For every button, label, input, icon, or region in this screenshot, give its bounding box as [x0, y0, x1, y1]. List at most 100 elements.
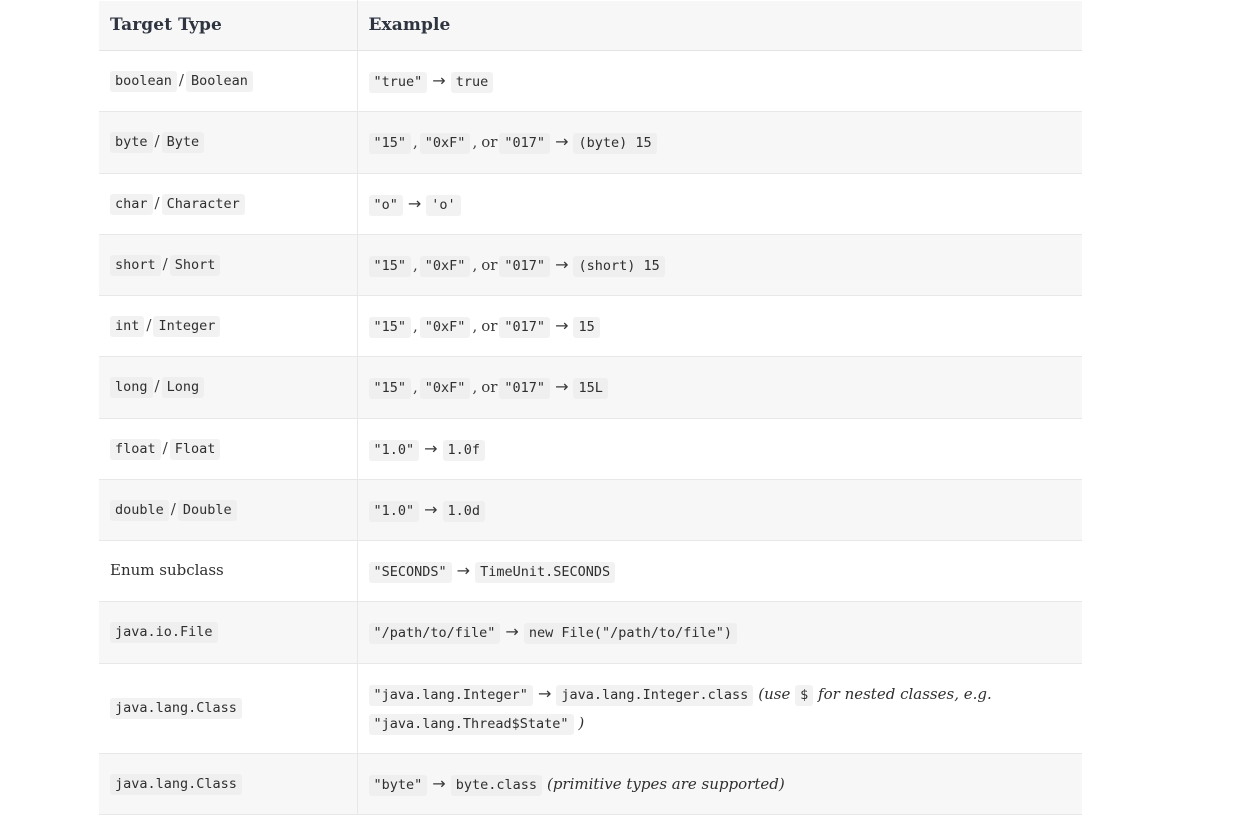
code-token-target-type: short [110, 254, 161, 276]
slash-separator: / [154, 377, 160, 396]
table-row: int / Integer "15", "0xF", or "017" → 15 [99, 295, 1082, 358]
code-token-output: 1.0f [442, 439, 486, 461]
table-header-row: Target Type Example [99, 0, 1082, 51]
cell-target-type: char / Character [99, 173, 358, 235]
code-token-target-type: char [110, 193, 153, 215]
cell-target-type: double / Double [99, 479, 358, 542]
comma-separator: , [413, 255, 418, 274]
table-body: boolean / Boolean "true" → true byte / Byte "15",… [99, 50, 1082, 815]
code-token-note-example: "java.lang.Thread$State" [368, 713, 574, 735]
comma-separator: , [472, 317, 478, 335]
cell-target-type: java.io.File [99, 601, 358, 664]
code-token-input: "true" [368, 72, 428, 93]
code-token-output: (byte) 15 [573, 133, 657, 155]
code-token-target-type: Float [169, 438, 221, 460]
code-token-target-type: Long [161, 377, 205, 399]
arrow-icon: → [432, 774, 446, 793]
code-token-input: "15" [368, 317, 412, 338]
code-token-input: "017" [499, 255, 551, 277]
comma-separator: , [472, 255, 478, 274]
arrow-icon: → [424, 499, 438, 519]
code-token-target-type: Short [169, 254, 221, 276]
cell-example: "SECONDS" → TimeUnit.SECONDS [357, 540, 1082, 603]
code-token-output: byte.class [450, 775, 542, 796]
table-row: byte / Byte "15", "0xF", or "017" → (byte) 15 [99, 111, 1082, 174]
target-type-text: Enum subclass [110, 561, 224, 579]
cell-example: "15", "0xF", or "017" → (byte) 15 [357, 111, 1082, 174]
table-row: boolean / Boolean "true" → true [99, 50, 1082, 113]
code-token-input: "017" [499, 378, 551, 400]
code-token-input: "/path/to/file" [368, 623, 501, 645]
code-token-input: "0xF" [419, 378, 471, 400]
cell-example: "1.0" → 1.0f [357, 418, 1082, 480]
code-token-input: "1.0" [368, 439, 420, 461]
code-token-input: "1.0" [368, 500, 420, 522]
code-token-target-type: float [110, 438, 161, 460]
code-token-input: "0xF" [419, 317, 471, 338]
cell-example: "15", "0xF", or "017" → 15L [357, 356, 1082, 419]
comma-separator: , [413, 317, 418, 335]
example-note: (primitive types are supported) [546, 775, 785, 793]
cell-example: "1.0" → 1.0d [357, 479, 1082, 542]
or-separator: or [481, 317, 498, 335]
code-token-target-type: int [110, 316, 145, 337]
comma-separator: , [413, 133, 418, 152]
code-token-input: "java.lang.Integer" [368, 684, 533, 706]
conversion-table-wrapper: Target Type Example boolean / Boolean "true… [99, 0, 1082, 815]
arrow-icon: → [456, 561, 471, 580]
table-row: long / Long "15", "0xF", or "017" → 15L [99, 356, 1082, 419]
slash-separator: / [170, 499, 176, 518]
arrow-icon: → [555, 316, 569, 335]
code-token-input: "15" [368, 378, 412, 400]
or-separator: or [481, 133, 498, 152]
cell-example: "15", "0xF", or "017" → (short) 15 [357, 234, 1082, 297]
slash-separator: / [178, 71, 184, 89]
column-header-example: Example [357, 0, 1082, 51]
arrow-icon: → [555, 377, 569, 397]
code-token-input: "0xF" [419, 255, 471, 277]
column-header-target-type: Target Type [99, 0, 358, 51]
cell-target-type: int / Integer [99, 295, 358, 358]
table-row: java.io.File "/path/to/file" → new File("/p… [99, 601, 1082, 664]
arrow-icon: → [424, 438, 438, 458]
code-token-output: java.lang.Integer.class [556, 684, 754, 706]
code-token-note-dollar: $ [795, 684, 814, 706]
slash-separator: / [162, 254, 168, 273]
cell-target-type: Enum subclass [99, 540, 358, 603]
page-root: Target Type Example boolean / Boolean "true… [0, 0, 1252, 815]
table-row: char / Character "o" →'o' [99, 173, 1082, 235]
cell-target-type: long / Long [99, 356, 358, 419]
cell-example: "/path/to/file" → new File("/path/to/file"… [357, 601, 1082, 664]
code-token-output: 15 [573, 317, 600, 338]
cell-example: "java.lang.Integer" → java.lang.Integer.cl… [357, 663, 1082, 754]
code-token-target-type: Boolean [185, 71, 253, 92]
code-token-target-type: java.lang.Class [110, 698, 242, 720]
code-token-output: 15L [573, 378, 608, 400]
code-token-input: "15" [368, 133, 412, 155]
code-token-target-type: double [110, 499, 169, 521]
cell-target-type: byte / Byte [99, 111, 358, 174]
code-token-target-type: boolean [110, 71, 177, 92]
slash-separator: / [154, 132, 160, 151]
code-token-input: "byte" [368, 775, 428, 796]
code-token-input: "017" [499, 133, 551, 155]
code-token-input: "017" [499, 317, 551, 338]
slash-separator: / [154, 193, 160, 212]
table-row: java.lang.Class "byte" → byte.class (primiti… [99, 753, 1082, 815]
code-token-target-type: java.io.File [110, 622, 218, 644]
cell-target-type: boolean / Boolean [99, 50, 358, 113]
code-token-output: true [450, 72, 494, 93]
cell-example: "o" →'o' [357, 173, 1082, 235]
code-token-target-type: byte [110, 132, 153, 154]
code-token-target-type: Byte [161, 132, 205, 154]
cell-target-type: float / Float [99, 418, 358, 480]
code-token-input: "15" [368, 255, 412, 277]
cell-target-type: java.lang.Class [99, 663, 358, 754]
code-token-output: (short) 15 [573, 255, 665, 277]
comma-separator: , [472, 378, 478, 397]
code-token-input: "0xF" [419, 133, 471, 155]
arrow-icon: → [432, 71, 446, 90]
arrow-icon: → [537, 683, 552, 703]
cell-example: "true" → true [357, 50, 1082, 113]
cell-example: "byte" → byte.class (primitive types are su… [357, 753, 1082, 815]
